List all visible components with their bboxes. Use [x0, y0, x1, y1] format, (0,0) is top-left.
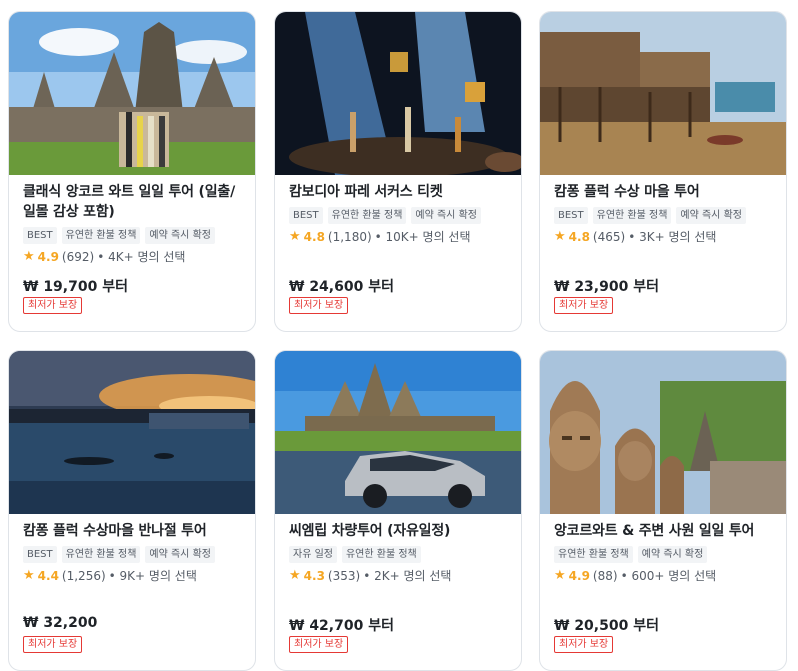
- product-card-angkor-temples[interactable]: 앙코르와트 & 주변 사원 일일 투어 유연한 환불 정책 예약 즉시 확정 ★…: [539, 350, 787, 671]
- price: ₩ 20,500 부터: [554, 618, 659, 634]
- lowest-price-badge: 최저가 보장: [554, 636, 614, 653]
- tag-best: BEST: [23, 546, 57, 563]
- star-icon: ★: [23, 568, 35, 583]
- rating-row: ★ 4.9 (692) • 4K+ 명의 선택: [23, 248, 243, 265]
- tag-refund: 유연한 환불 정책: [61, 546, 141, 563]
- tag-best: BEST: [554, 207, 588, 224]
- booked-count: • 4K+ 명의 선택: [97, 250, 186, 264]
- tag-refund: 유연한 환불 정책: [554, 546, 633, 563]
- product-card-kampong-phluk-halfday[interactable]: 캄퐁 플럭 수상마을 반나절 투어 BEST 유연한 환불 정책 예약 즉시 확…: [8, 350, 256, 671]
- booked-count: • 3K+ 명의 선택: [628, 230, 717, 244]
- tag-instant: 예약 즉시 확정: [676, 207, 746, 224]
- tag-instant: 예약 즉시 확정: [145, 227, 215, 244]
- review-count: (353): [327, 568, 361, 583]
- star-icon: ★: [554, 229, 566, 244]
- rating-score: 4.8: [303, 229, 325, 244]
- review-count: (465): [592, 229, 626, 244]
- product-title[interactable]: 앙코르와트 & 주변 사원 일일 투어: [554, 521, 774, 541]
- tag-free-schedule: 자유 일정: [289, 546, 337, 563]
- rating-score: 4.4: [37, 568, 59, 583]
- product-image[interactable]: [9, 12, 255, 175]
- tag-list: 유연한 환불 정책 예약 즉시 확정: [554, 546, 774, 563]
- lowest-price-badge: 최저가 보장: [23, 297, 83, 314]
- review-count: (1,256): [61, 568, 106, 583]
- lowest-price-badge: 최저가 보장: [554, 297, 614, 314]
- tag-list: BEST 유연한 환불 정책 예약 즉시 확정: [289, 207, 509, 224]
- rating-score: 4.9: [568, 568, 590, 583]
- tag-best: BEST: [23, 227, 57, 244]
- star-icon: ★: [289, 568, 301, 583]
- review-count: (1,180): [327, 229, 372, 244]
- rating-row: ★ 4.9 (88) • 600+ 명의 선택: [554, 567, 774, 584]
- booked-count: • 10K+ 명의 선택: [374, 230, 471, 244]
- product-image[interactable]: [275, 351, 521, 514]
- product-title[interactable]: 캄퐁 플럭 수상마을 반나절 투어: [23, 521, 243, 541]
- price: ₩ 19,700 부터: [23, 279, 128, 295]
- product-card-angkor-classic[interactable]: 클래식 앙코르 와트 일일 투어 (일출/일몰 감상 포함) BEST 유연한 …: [8, 11, 256, 332]
- rating-score: 4.3: [303, 568, 325, 583]
- product-image[interactable]: [540, 351, 786, 514]
- product-card-kampong-phluk[interactable]: 캄퐁 플럭 수상 마을 투어 BEST 유연한 환불 정책 예약 즉시 확정 ★…: [539, 11, 787, 332]
- product-grid: 클래식 앙코르 와트 일일 투어 (일출/일몰 감상 포함) BEST 유연한 …: [8, 11, 788, 671]
- lowest-price-badge: 최저가 보장: [289, 297, 349, 314]
- product-image[interactable]: [540, 12, 786, 175]
- product-title[interactable]: 클래식 앙코르 와트 일일 투어 (일출/일몰 감상 포함): [23, 182, 243, 222]
- product-image[interactable]: [9, 351, 255, 514]
- review-count: (88): [592, 568, 618, 583]
- rating-score: 4.9: [37, 249, 59, 264]
- product-title[interactable]: 캄보디아 파레 서커스 티켓: [289, 182, 509, 202]
- rating-row: ★ 4.8 (1,180) • 10K+ 명의 선택: [289, 228, 509, 245]
- star-icon: ★: [289, 229, 301, 244]
- tag-list: BEST 유연한 환불 정책 예약 즉시 확정: [554, 207, 774, 224]
- product-image[interactable]: [275, 12, 521, 175]
- tag-best: BEST: [289, 207, 323, 224]
- lowest-price-badge: 최저가 보장: [23, 636, 83, 653]
- product-title[interactable]: 캄퐁 플럭 수상 마을 투어: [554, 182, 774, 202]
- tag-refund: 유연한 환불 정책: [592, 207, 672, 224]
- tag-refund: 유연한 환불 정책: [61, 227, 141, 244]
- review-count: (692): [61, 249, 95, 264]
- tag-refund: 유연한 환불 정책: [341, 546, 421, 563]
- price: ₩ 23,900 부터: [554, 279, 659, 295]
- price: ₩ 32,200: [23, 615, 98, 631]
- rating-row: ★ 4.8 (465) • 3K+ 명의 선택: [554, 228, 774, 245]
- tag-list: 자유 일정 유연한 환불 정책: [289, 546, 509, 563]
- rating-row: ★ 4.3 (353) • 2K+ 명의 선택: [289, 567, 509, 584]
- tag-instant: 예약 즉시 확정: [145, 546, 215, 563]
- tag-instant: 예약 즉시 확정: [637, 546, 708, 563]
- product-card-siem-reap-car[interactable]: 씨엠립 차량투어 (자유일정) 자유 일정 유연한 환불 정책 ★ 4.3 (3…: [274, 350, 522, 671]
- price: ₩ 42,700 부터: [289, 618, 394, 634]
- tag-instant: 예약 즉시 확정: [411, 207, 481, 224]
- star-icon: ★: [23, 249, 35, 264]
- booked-count: • 9K+ 명의 선택: [108, 569, 197, 583]
- tag-list: BEST 유연한 환불 정책 예약 즉시 확정: [23, 546, 243, 563]
- star-icon: ★: [554, 568, 566, 583]
- price: ₩ 24,600 부터: [289, 279, 394, 295]
- rating-score: 4.8: [568, 229, 590, 244]
- rating-row: ★ 4.4 (1,256) • 9K+ 명의 선택: [23, 567, 243, 584]
- tag-list: BEST 유연한 환불 정책 예약 즉시 확정: [23, 227, 243, 244]
- booked-count: • 600+ 명의 선택: [620, 569, 717, 583]
- tag-refund: 유연한 환불 정책: [327, 207, 407, 224]
- product-title[interactable]: 씨엠립 차량투어 (자유일정): [289, 521, 509, 541]
- lowest-price-badge: 최저가 보장: [289, 636, 349, 653]
- booked-count: • 2K+ 명의 선택: [363, 569, 452, 583]
- product-card-phare-circus[interactable]: 캄보디아 파레 서커스 티켓 BEST 유연한 환불 정책 예약 즉시 확정 ★…: [274, 11, 522, 332]
